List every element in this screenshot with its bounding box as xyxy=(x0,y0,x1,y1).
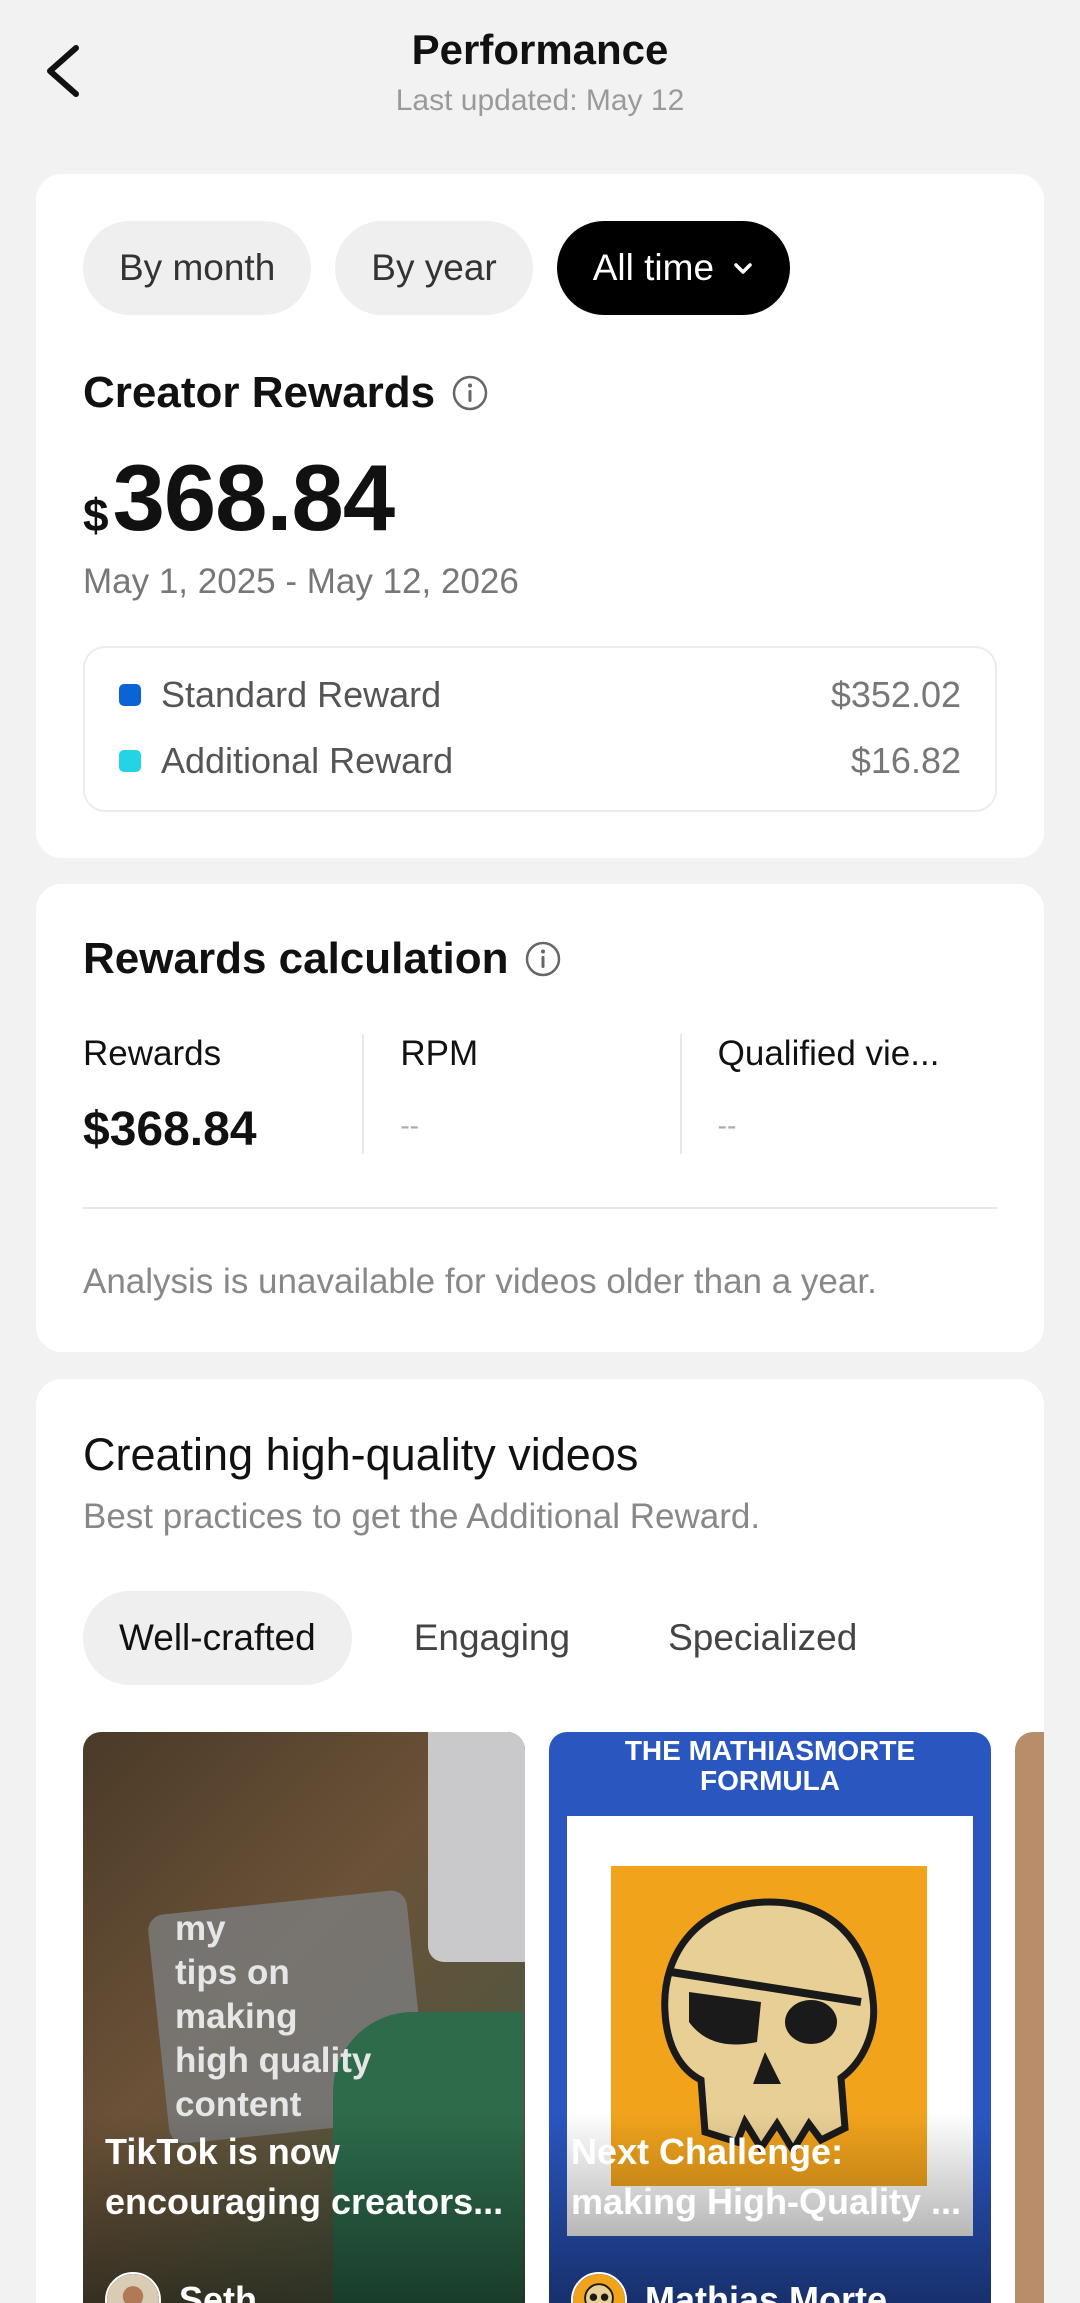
divider xyxy=(83,1207,997,1209)
video-author: Mathias Morte xyxy=(571,2272,887,2303)
chevron-down-icon xyxy=(734,263,752,274)
standard-reward-label: Standard Reward xyxy=(161,674,442,715)
video-card[interactable]: my tips on making high quality content T… xyxy=(83,1732,525,2303)
category-tabs: Well-crafted Engaging Specialized xyxy=(83,1591,893,1685)
creator-rewards-heading: Creator Rewards xyxy=(83,368,489,418)
top-bar: Performance Last updated: May 12 xyxy=(0,0,1080,160)
creator-rewards-card: By month By year All time Creator Reward… xyxy=(36,174,1044,858)
last-updated-text: Last updated: May 12 xyxy=(395,84,685,117)
currency-symbol: $ xyxy=(83,489,109,541)
section-subtitle: Best practices to get the Additional Rew… xyxy=(83,1497,761,1536)
rewards-amount: 368.84 xyxy=(112,445,396,550)
additional-reward-row: Additional Reward $16.82 xyxy=(119,736,961,786)
tab-by-month[interactable]: By month xyxy=(83,221,312,315)
high-quality-videos-card: Creating high-quality videos Best practi… xyxy=(36,1379,1044,2303)
video-card[interactable]: THE MATHIASMORTE FORMULA Next Challenge:… xyxy=(549,1732,991,2303)
additional-reward-value: $16.82 xyxy=(850,740,961,781)
section-title: Creating high-quality videos xyxy=(83,1429,639,1480)
video-caption: Next Challenge: making High-Quality ... xyxy=(571,2131,962,2222)
standard-reward-value: $352.02 xyxy=(830,674,961,715)
standard-reward-row: Standard Reward $352.02 xyxy=(119,670,961,720)
metric-label: Qualified vie... xyxy=(717,1034,940,1073)
metric-label: Rewards xyxy=(83,1034,222,1073)
rewards-calculation-card: Rewards calculation Rewards $368.84 RPM … xyxy=(36,884,1044,1352)
video-banner-text: THE MATHIASMORTE FORMULA xyxy=(624,1735,916,1796)
tab-all-time[interactable]: All time xyxy=(556,221,791,315)
laptop-image xyxy=(428,1732,525,1962)
avatar xyxy=(571,2272,627,2303)
standard-reward-swatch xyxy=(119,684,141,706)
additional-reward-label: Additional Reward xyxy=(161,740,454,781)
tab-well-crafted[interactable]: Well-crafted xyxy=(83,1591,352,1685)
metric-rewards: Rewards $368.84 xyxy=(83,1034,362,1156)
tab-by-year[interactable]: By year xyxy=(335,221,533,315)
metric-value: -- xyxy=(400,1110,419,1141)
tab-engaging[interactable]: Engaging xyxy=(378,1591,606,1685)
info-icon[interactable] xyxy=(524,940,562,978)
metrics-row: Rewards $368.84 RPM -- Qualified vie... … xyxy=(83,1034,997,1156)
additional-reward-swatch xyxy=(119,750,141,772)
video-author: Seth xyxy=(105,2272,257,2303)
tab-specialized[interactable]: Specialized xyxy=(632,1591,893,1685)
rewards-total: $ 368.84 xyxy=(83,444,396,552)
metric-label: RPM xyxy=(400,1034,479,1073)
video-card[interactable] xyxy=(1015,1732,1044,2303)
avatar xyxy=(105,2272,161,2303)
analysis-note: Analysis is unavailable for videos older… xyxy=(83,1262,877,1301)
rewards-breakdown: Standard Reward $352.02 Additional Rewar… xyxy=(83,646,997,812)
info-icon[interactable] xyxy=(451,374,489,412)
metric-qualified-views: Qualified vie... -- xyxy=(679,1034,997,1154)
rewards-calculation-heading: Rewards calculation xyxy=(83,934,562,984)
metric-rpm: RPM -- xyxy=(362,1034,679,1154)
video-overlay-text: my tips on making high quality content xyxy=(175,1909,372,2124)
period-selector: By month By year All time xyxy=(83,221,791,315)
page-title: Performance xyxy=(411,26,669,73)
metric-value: -- xyxy=(717,1110,737,1141)
date-range: May 1, 2025 - May 12, 2026 xyxy=(83,562,519,601)
video-carousel[interactable]: my tips on making high quality content T… xyxy=(83,1732,1044,2303)
video-caption: TikTok is now encouraging creators... xyxy=(105,2131,504,2222)
metric-value: $368.84 xyxy=(83,1103,257,1156)
